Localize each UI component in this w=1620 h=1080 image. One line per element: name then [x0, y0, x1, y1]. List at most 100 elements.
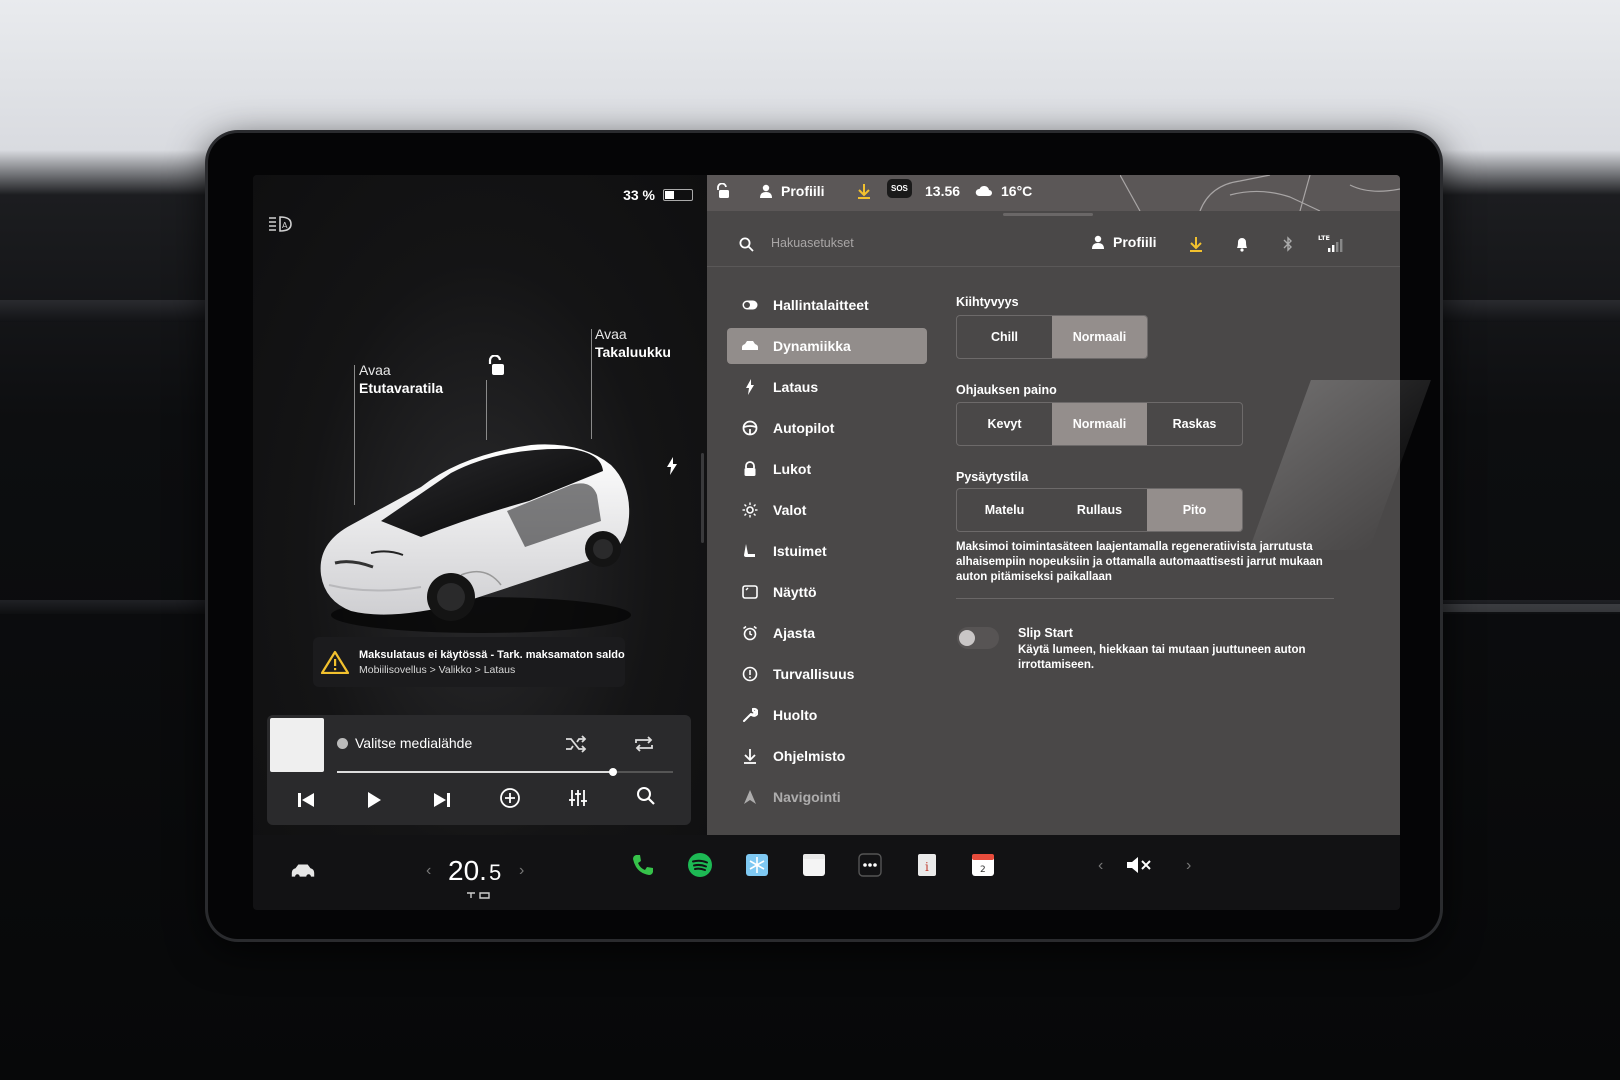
settings-menu-item-istuimet[interactable]: Istuimet: [727, 533, 927, 569]
headlights-auto-icon[interactable]: A: [267, 215, 293, 238]
spotify-icon[interactable]: [686, 851, 714, 879]
sos-button[interactable]: SOS: [887, 179, 912, 198]
battery-icon: [663, 189, 693, 201]
software-update-icon[interactable]: [1187, 235, 1205, 253]
settings-menu-item-ajasta[interactable]: Ajasta: [727, 615, 927, 651]
wrench-icon: [741, 706, 759, 724]
car-image: [311, 425, 641, 640]
battery-status: 33 %: [623, 187, 693, 203]
settings-menu-item-navigointi[interactable]: Navigointi: [727, 779, 927, 815]
stopping-mode-option-pito[interactable]: Pito: [1147, 489, 1242, 531]
bluetooth-icon[interactable]: [1279, 235, 1297, 253]
slip-start-toggle[interactable]: [957, 627, 999, 649]
next-track-icon[interactable]: [427, 785, 457, 815]
steering-option-raskas[interactable]: Raskas: [1147, 403, 1242, 445]
lock-icon: [741, 460, 759, 478]
settings-menu-item-lukot[interactable]: Lukot: [727, 451, 927, 487]
steering-selector: Kevyt Normaali Raskas: [956, 402, 1243, 446]
source-dot-icon: [337, 737, 348, 749]
settings-menu-item-valot[interactable]: Valot: [727, 492, 927, 528]
volume-up-chevron[interactable]: ›: [1186, 857, 1191, 875]
album-art[interactable]: [270, 718, 324, 772]
settings-menu-item-naytto[interactable]: Näyttö: [727, 574, 927, 610]
settings-menu-label: Autopilot: [773, 420, 835, 436]
pane-drag-handle[interactable]: [1003, 213, 1093, 216]
settings-menu-item-ohjelmisto[interactable]: Ohjelmisto: [727, 738, 927, 774]
frunk-label[interactable]: Avaa Etutavaratila: [359, 361, 443, 397]
calendar-icon[interactable]: 2: [969, 851, 997, 879]
seat-icon: [741, 542, 759, 560]
equalizer-icon[interactable]: [563, 783, 593, 813]
steering-option-kevyt[interactable]: Kevyt: [957, 403, 1052, 445]
notes-icon[interactable]: [800, 851, 828, 879]
settings-menu-item-hallintalaitteet[interactable]: Hallintalaitteet: [727, 287, 927, 323]
seat-heater-icon[interactable]: [465, 889, 491, 901]
settings-menu-label: Dynamiikka: [773, 338, 851, 354]
stopping-mode-option-matelu[interactable]: Matelu: [957, 489, 1052, 531]
add-favorite-icon[interactable]: [495, 783, 525, 813]
warning-path: Mobiilisovellus > Valikko > Lataus: [359, 663, 516, 676]
top-lock-button[interactable]: [715, 183, 731, 199]
temp-up-chevron[interactable]: ›: [519, 862, 524, 880]
charging-warning-banner[interactable]: Maksulataus ei käytössä - Tark. maksamat…: [313, 637, 625, 687]
settings-search-row: Hakuasetukset Profiili LTE: [707, 221, 1400, 267]
shuffle-icon[interactable]: [563, 731, 589, 757]
acceleration-title: Kiihtyvyys: [956, 295, 1019, 309]
top-update-download-icon[interactable]: [857, 183, 871, 199]
top-profile-label: Profiili: [781, 183, 825, 199]
media-progress-bar[interactable]: [337, 768, 673, 776]
section-divider: [956, 598, 1334, 599]
temp-down-chevron[interactable]: ‹: [426, 862, 431, 880]
media-player: Valitse medialähde: [267, 715, 691, 825]
bolt-icon: [741, 378, 759, 396]
bell-icon[interactable]: [1233, 235, 1251, 253]
settings-menu-item-turvallisuus[interactable]: Turvallisuus: [727, 656, 927, 692]
sun-icon: [741, 501, 759, 519]
weather: 16°C: [975, 183, 1032, 199]
stopping-mode-option-rullaus[interactable]: Rullaus: [1052, 489, 1147, 531]
car-controls-icon[interactable]: [289, 857, 317, 885]
acceleration-option-chill[interactable]: Chill: [957, 316, 1052, 358]
settings-menu-item-huolto[interactable]: Huolto: [727, 697, 927, 733]
settings-menu-item-autopilot[interactable]: Autopilot: [727, 410, 927, 446]
download-icon: [741, 747, 759, 765]
pane-resize-handle[interactable]: [701, 453, 704, 543]
play-icon[interactable]: [359, 785, 389, 815]
top-profile-button[interactable]: Profiili: [759, 183, 825, 199]
charge-port-icon[interactable]: [666, 457, 678, 480]
map-preview: [1120, 175, 1400, 211]
battery-percent: 33 %: [623, 187, 655, 203]
media-source-selector[interactable]: Valitse medialähde: [337, 735, 472, 751]
settings-menu-item-dynamiikka[interactable]: Dynamiikka: [727, 328, 927, 364]
phone-icon[interactable]: [629, 851, 657, 879]
media-progress-knob[interactable]: [608, 768, 617, 776]
toybox-icon[interactable]: [743, 851, 771, 879]
settings-menu-label: Ajasta: [773, 625, 816, 641]
cabin-temperature[interactable]: 20. 5: [448, 855, 501, 887]
media-source-label: Valitse medialähde: [355, 735, 473, 751]
sos-label: SOS: [887, 179, 912, 198]
volume-muted-icon[interactable]: [1125, 851, 1153, 879]
stopping-mode-title: Pysäytystila: [956, 470, 1029, 484]
unlock-icon[interactable]: [486, 354, 506, 382]
more-apps-icon[interactable]: [856, 851, 884, 879]
cloud-icon: [975, 185, 992, 196]
clock: 13.56: [925, 183, 960, 199]
previous-track-icon[interactable]: [291, 785, 321, 815]
settings-menu-item-lataus[interactable]: Lataus: [727, 369, 927, 405]
trunk-label[interactable]: Avaa Takaluukku: [595, 325, 671, 361]
toggle-icon: [741, 296, 759, 314]
settings-menu-label: Huolto: [773, 707, 818, 723]
search-icon[interactable]: [631, 781, 661, 811]
person-icon: [760, 184, 772, 198]
profile-button[interactable]: Profiili: [1091, 234, 1157, 250]
slip-start-toggle-knob: [959, 630, 975, 646]
manual-icon[interactable]: i: [913, 851, 941, 879]
volume-down-chevron[interactable]: ‹: [1098, 857, 1103, 875]
settings-menu-label: Istuimet: [773, 543, 827, 559]
settings-menu-label: Lukot: [773, 461, 812, 477]
repeat-icon[interactable]: [631, 731, 657, 757]
steering-option-normaali[interactable]: Normaali: [1052, 403, 1147, 445]
settings-search-input[interactable]: Hakuasetukset: [771, 236, 854, 250]
acceleration-option-normaali[interactable]: Normaali: [1052, 316, 1147, 358]
